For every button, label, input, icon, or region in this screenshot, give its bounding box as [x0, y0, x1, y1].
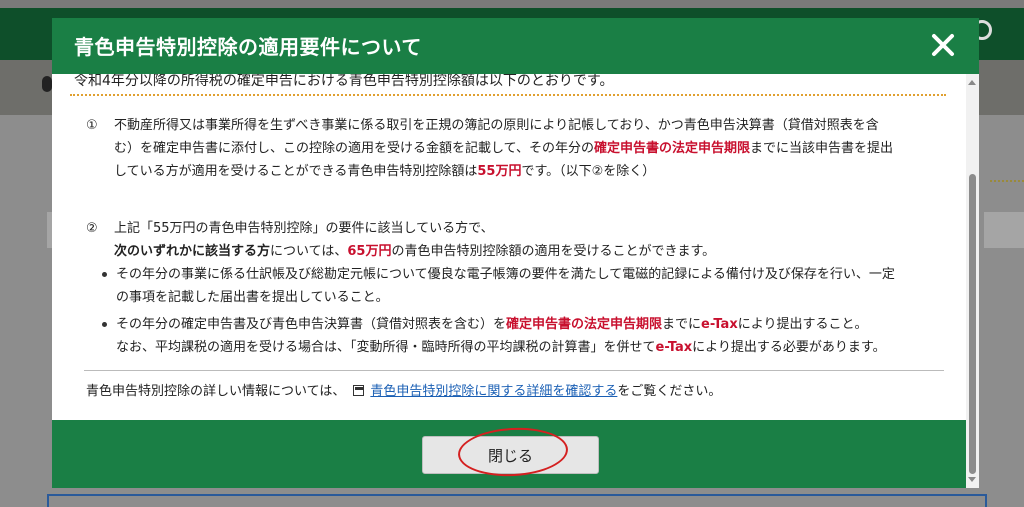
modal-footer: 閉じる — [52, 420, 966, 488]
item-2-text: 上記「55万円の青色申告特別控除」の要件に該当している方で、 次のいずれかに該当… — [114, 217, 715, 263]
bullet-1-line-2: の事項を記載した届出書を提出していること。 — [116, 290, 389, 305]
bullet-1-line-1: その年分の事業に係る仕訳帳及び総勘定元帳について優良な電子帳簿の要件を満たして電… — [116, 267, 895, 282]
deadline-highlight: 確定申告書の法定申告期限 — [593, 141, 750, 156]
bullet-2-line-2-b: により提出する必要があります。 — [692, 340, 886, 355]
bullet-2-line-2-a: なお、平均課税の適用を受ける場合は、「変動所得・臨時所得の平均課税の計算書」を併… — [116, 340, 656, 355]
info-suffix: をご覧ください。 — [617, 384, 722, 399]
details-link[interactable]: 青色申告特別控除に関する詳細を確認する — [370, 384, 617, 399]
scroll-down-arrow-icon[interactable] — [968, 477, 976, 482]
background-box-right — [984, 212, 1024, 248]
bullet-2-line-1: その年分の確定申告書及び青色申告決算書（貸借対照表を含む）を確定申告書の法定申告… — [116, 313, 886, 336]
etax-highlight: e-Tax — [701, 317, 738, 332]
condition-bold: 次のいずれかに該当する方 — [114, 244, 271, 259]
item-1-line-3-a: している方が適用を受けることができる青色申告特別控除額は — [114, 164, 478, 179]
close-icon[interactable] — [927, 29, 959, 61]
bullet-2-text: その年分の確定申告書及び青色申告決算書（貸借対照表を含む）を確定申告書の法定申告… — [116, 313, 886, 359]
item-2-line-2-a: については、 — [270, 244, 348, 259]
deadline-highlight-2: 確定申告書の法定申告期限 — [506, 317, 663, 332]
background-top-strip — [0, 0, 1024, 8]
amount-65-highlight: 65万円 — [347, 244, 392, 259]
bullet-2-line-1-a: その年分の確定申告書及び青色申告決算書（貸借対照表を含む）を — [116, 317, 507, 332]
bullet-1 — [102, 272, 107, 277]
scrollbar-thumb[interactable] — [969, 174, 976, 474]
item-2-line-2: 次のいずれかに該当する方については、65万円の青色申告特別控除額の適用を受けるこ… — [114, 240, 715, 263]
bullet-2 — [102, 322, 107, 327]
modal-header: 青色申告特別控除の適用要件について — [52, 18, 979, 74]
item-2-line-2-b: の青色申告特別控除額の適用を受けることができます。 — [391, 244, 716, 259]
item-1-number: ① — [86, 118, 98, 133]
bullet-2-line-1-b: までに — [662, 317, 702, 332]
bullet-2-line-2: なお、平均課税の適用を受ける場合は、「変動所得・臨時所得の平均課税の計算書」を併… — [116, 336, 886, 359]
scroll-up-arrow-icon[interactable] — [968, 80, 976, 85]
item-1-line-2-a: む）を確定申告書に添付し、この控除の適用を受ける金額を記載して、その年分の — [114, 141, 594, 156]
item-2-line-1: 上記「55万円の青色申告特別控除」の要件に該当している方で、 — [114, 221, 494, 236]
requirements-modal: 青色申告特別控除の適用要件について 令和4年分以降の所得税の確定申告における青色… — [52, 18, 979, 488]
item-1-line-2: む）を確定申告書に添付し、この控除の適用を受ける金額を記載して、その年分の確定申… — [114, 137, 893, 160]
item-1-line-3: している方が適用を受けることができる青色申告特別控除額は55万円です。（以下②を… — [114, 160, 893, 183]
background-dotted-line — [990, 180, 1024, 182]
bullet-2-line-1-c: により提出すること。 — [737, 317, 868, 332]
modal-title: 青色申告特別控除の適用要件について — [74, 35, 422, 59]
item-1-line-3-b: です。（以下②を除く） — [521, 164, 656, 179]
info-prefix: 青色申告特別控除の詳しい情報については、 — [86, 384, 346, 399]
info-line: 青色申告特別控除の詳しい情報については、 青色申告特別控除に関する詳細を確認するを… — [86, 380, 721, 399]
modal-body: 令和4年分以降の所得税の確定申告における青色申告特別控除額は以下のとおりです。 … — [52, 74, 966, 420]
background-marker — [42, 76, 52, 92]
external-window-icon — [353, 385, 365, 396]
bullet-1-text: その年分の事業に係る仕訳帳及び総勘定元帳について優良な電子帳簿の要件を満たして電… — [116, 263, 895, 309]
etax-highlight-2: e-Tax — [655, 340, 693, 355]
item-1-text: 不動産所得又は事業所得を生ずべき事業に係る取引を正規の簿記の原則により記帳してお… — [114, 114, 893, 183]
intro-text: 令和4年分以降の所得税の確定申告における青色申告特別控除額は以下のとおりです。 — [74, 74, 614, 89]
item-1-line-1: 不動産所得又は事業所得を生ずべき事業に係る取引を正規の簿記の原則により記帳してお… — [114, 118, 879, 133]
section-divider — [84, 370, 944, 371]
modal-scrollbar[interactable] — [966, 74, 979, 488]
dotted-separator — [70, 94, 946, 96]
amount-55-highlight: 55万円 — [477, 164, 522, 179]
item-2-number: ② — [86, 221, 98, 236]
item-1-line-2-b: までに当該申告書を提出 — [749, 141, 893, 156]
background-bottom-frame — [47, 494, 987, 507]
close-button[interactable]: 閉じる — [422, 436, 599, 474]
